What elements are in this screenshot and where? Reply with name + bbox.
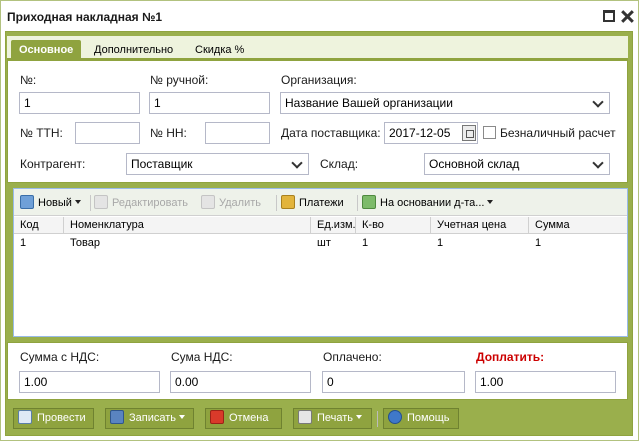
nn-field[interactable] [205, 122, 270, 144]
supplier-date-value: 2017-12-05 [389, 126, 451, 140]
tab-strip: Основное Дополнительно Скидка % [7, 36, 628, 61]
nn-label: № НН: [150, 126, 187, 140]
print-button[interactable]: Печать [293, 408, 372, 429]
table-row[interactable]: 1 Товар шт 1 1 1 [14, 235, 627, 252]
dropdown-arrow-icon [74, 200, 81, 204]
print-button-label: Печать [317, 412, 354, 424]
new-button[interactable]: Новый [20, 194, 81, 212]
organization-value: Название Вашей организации [285, 96, 453, 110]
tab-main[interactable]: Основное [11, 40, 82, 61]
close-icon[interactable] [621, 10, 633, 22]
column-header-unit[interactable]: Ед.изм. [311, 217, 356, 234]
grid-toolbar: Новый Редактировать Удалить Платежи На о… [14, 189, 627, 216]
warehouse-value: Основной склад [429, 157, 520, 171]
manual-number-label: № ручной: [150, 73, 209, 87]
counterparty-select[interactable]: Поставщик [126, 153, 309, 175]
chevron-down-icon[interactable] [290, 154, 308, 174]
cell-sum: 1 [535, 237, 542, 249]
new-button-label: Новый [38, 197, 72, 209]
supplier-date-label: Дата поставщика: [281, 126, 381, 140]
tab-discount[interactable]: Скидка % [187, 40, 252, 61]
maximize-icon[interactable] [603, 10, 615, 22]
column-header-nomenclature[interactable]: Номенклатура [64, 217, 311, 234]
to-pay-label: Доплатить: [476, 350, 545, 364]
help-button[interactable]: Помощь [383, 408, 459, 429]
edit-button-label: Редактировать [112, 197, 188, 209]
paid-field[interactable]: 0 [322, 371, 465, 393]
supplier-date-field[interactable]: 2017-12-05 [384, 122, 478, 144]
manual-number-field[interactable]: 1 [149, 92, 270, 114]
cashless-checkbox[interactable] [483, 126, 496, 139]
floppy-disk-icon [110, 410, 124, 424]
paid-label: Оплачено: [323, 350, 382, 364]
cancel-icon [210, 410, 224, 424]
cell-unit: шт [317, 237, 331, 249]
chevron-down-icon[interactable] [591, 93, 609, 113]
based-on-button[interactable]: На основании д-та... [362, 194, 494, 212]
cell-price: 1 [437, 237, 444, 249]
counterparty-value: Поставщик [131, 157, 193, 171]
grid-header: Код Номенклатура Ед.изм. К-во Учетная це… [14, 217, 627, 234]
payments-button[interactable]: Платежи [281, 194, 344, 212]
cashless-label: Безналичный расчет [500, 126, 616, 140]
dropdown-arrow-icon [179, 415, 186, 419]
items-grid: Новый Редактировать Удалить Платежи На о… [13, 188, 628, 337]
document-chart-icon [362, 195, 376, 209]
window-title: Приходная накладная №1 [7, 10, 163, 24]
dropdown-arrow-icon [487, 200, 494, 204]
cell-nomenclature: Товар [70, 237, 100, 249]
edit-icon [94, 195, 108, 209]
column-header-price[interactable]: Учетная цена [431, 217, 529, 234]
organization-label: Организация: [281, 73, 357, 87]
counterparty-label: Контрагент: [20, 157, 86, 171]
ttn-label: № ТТН: [20, 126, 63, 140]
post-button-label: Провести [37, 412, 86, 424]
to-pay-field[interactable]: 1.00 [475, 371, 616, 393]
dropdown-arrow-icon [356, 415, 363, 419]
vat-field[interactable]: 0.00 [170, 371, 311, 393]
post-button[interactable]: Провести [13, 408, 94, 429]
save-button[interactable]: Записать [105, 408, 194, 429]
coins-icon [281, 195, 295, 209]
edit-button[interactable]: Редактировать [94, 194, 188, 212]
cancel-button-label: Отмена [229, 412, 269, 424]
new-document-icon [20, 195, 34, 209]
column-header-quantity[interactable]: К-во [356, 217, 431, 234]
number-field[interactable]: 1 [19, 92, 140, 114]
help-button-label: Помощь [407, 412, 450, 424]
delete-button[interactable]: Удалить [201, 194, 261, 212]
toolbar-separator [357, 195, 358, 211]
column-header-sum[interactable]: Сумма [529, 217, 627, 234]
payments-button-label: Платежи [299, 197, 344, 209]
number-label: №: [20, 73, 37, 87]
based-on-button-label: На основании д-та... [380, 197, 485, 209]
warehouse-label: Склад: [320, 157, 359, 171]
cell-quantity: 1 [362, 237, 369, 249]
cancel-button[interactable]: Отмена [205, 408, 282, 429]
tab-additional[interactable]: Дополнительно [86, 40, 181, 61]
toolbar-separator [90, 195, 91, 211]
organization-select[interactable]: Название Вашей организации [280, 92, 610, 114]
sum-vat-field[interactable]: 1.00 [19, 371, 160, 393]
sum-vat-label: Сумма с НДС: [20, 350, 100, 364]
ttn-field[interactable] [75, 122, 140, 144]
document-icon [18, 410, 32, 424]
column-header-code[interactable]: Код [14, 217, 64, 234]
save-button-label: Записать [129, 412, 177, 424]
calendar-icon[interactable] [462, 125, 476, 141]
toolbar-separator [276, 195, 277, 211]
warehouse-select[interactable]: Основной склад [424, 153, 610, 175]
title-bar: Приходная накладная №1 [1, 1, 638, 31]
delete-button-label: Удалить [219, 197, 261, 209]
vat-label: Сума НДС: [171, 350, 233, 364]
printer-icon [298, 410, 312, 424]
cell-code: 1 [20, 237, 27, 249]
help-icon [388, 410, 402, 424]
delete-icon [201, 195, 215, 209]
chevron-down-icon[interactable] [591, 154, 609, 174]
button-separator [377, 411, 378, 427]
